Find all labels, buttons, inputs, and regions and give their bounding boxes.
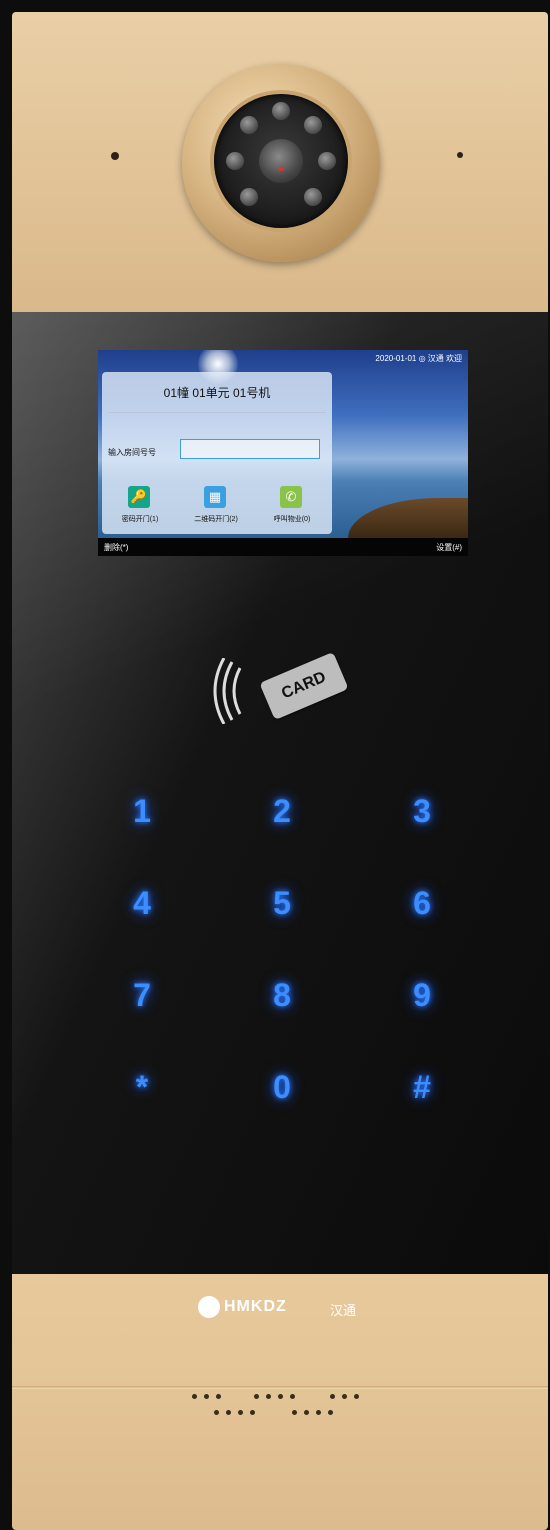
password-unlock-label: 密码开门(1)	[121, 516, 159, 523]
ir-led-icon	[318, 152, 336, 170]
key-hash[interactable]: #	[392, 1062, 452, 1112]
key-star[interactable]: *	[112, 1062, 172, 1112]
camera-module	[214, 94, 348, 228]
lcd-screen: 2020-01-01 ◎ 汉通 欢迎 01幢 01单元 01号机 输入房间号号 …	[98, 350, 468, 556]
speaker-grille	[12, 1274, 548, 1530]
qrcode-icon: ▦	[204, 486, 226, 508]
ir-led-icon	[304, 188, 322, 206]
lcd-wallpaper: 2020-01-01 ◎ 汉通 欢迎 01幢 01单元 01号机 输入房间号号 …	[98, 350, 468, 538]
ir-led-icon	[304, 116, 322, 134]
divider	[108, 412, 326, 413]
coastline	[348, 498, 468, 538]
camera-lens-icon	[259, 139, 303, 183]
key-icon: 🔑	[128, 486, 150, 508]
rfid-card-reader[interactable]: CARD	[259, 651, 349, 721]
key-9[interactable]: 9	[392, 970, 452, 1020]
speaker-plate: HMKDZ 汉通	[12, 1274, 548, 1530]
call-property-label: 呼叫物业(0)	[273, 516, 311, 523]
key-8[interactable]: 8	[252, 970, 312, 1020]
microphone-hole-right	[457, 152, 463, 158]
call-property-button[interactable]: ✆ 呼叫物业(0)	[254, 484, 330, 532]
microphone-hole-left	[111, 152, 119, 160]
key-0[interactable]: 0	[252, 1062, 312, 1112]
qrcode-unlock-label: 二维码开门(2)	[194, 516, 238, 523]
device-title: 01幢 01单元 01号机	[163, 386, 271, 400]
qrcode-unlock-button[interactable]: ▦ 二维码开门(2)	[178, 484, 254, 532]
camera-plate	[12, 12, 548, 312]
settings-softkey[interactable]: 设置(#)	[436, 542, 462, 553]
key-6[interactable]: 6	[392, 878, 452, 928]
nfc-waves-icon	[213, 658, 242, 724]
phone-icon: ✆	[280, 486, 302, 508]
room-number-input[interactable]	[180, 439, 320, 459]
password-unlock-button[interactable]: 🔑 密码开门(1)	[102, 484, 178, 532]
call-dialog: 01幢 01单元 01号机 输入房间号号 🔑 密码开门(1) ▦ 二维码开门(2…	[102, 372, 332, 534]
delete-softkey[interactable]: 删除(*)	[104, 542, 128, 553]
camera-ring	[182, 64, 380, 262]
camera-indicator	[278, 167, 284, 171]
key-1[interactable]: 1	[112, 786, 172, 836]
key-2[interactable]: 2	[252, 786, 312, 836]
room-number-label: 输入房间号号	[108, 448, 156, 457]
key-4[interactable]: 4	[112, 878, 172, 928]
ir-led-icon	[272, 102, 290, 120]
status-bar: 2020-01-01 ◎ 汉通 欢迎	[375, 354, 462, 363]
intercom-panel: 2020-01-01 ◎ 汉通 欢迎 01幢 01单元 01号机 输入房间号号 …	[12, 12, 548, 1530]
ir-led-icon	[240, 116, 258, 134]
key-3[interactable]: 3	[392, 786, 452, 836]
key-7[interactable]: 7	[112, 970, 172, 1020]
ir-led-icon	[240, 188, 258, 206]
glass-panel: 2020-01-01 ◎ 汉通 欢迎 01幢 01单元 01号机 输入房间号号 …	[12, 312, 548, 1274]
key-5[interactable]: 5	[252, 878, 312, 928]
softkey-bar: 删除(*) 设置(#)	[98, 538, 468, 556]
ir-led-icon	[226, 152, 244, 170]
